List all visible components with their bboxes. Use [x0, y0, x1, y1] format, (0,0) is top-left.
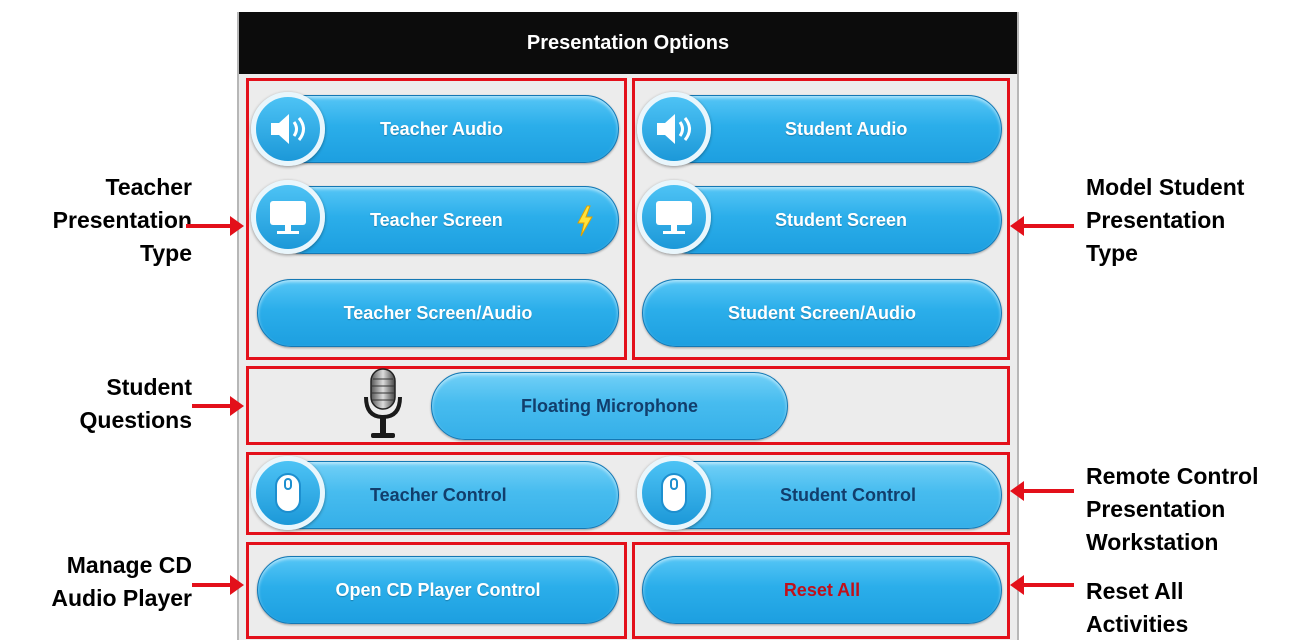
manage-cd-arrow	[192, 575, 244, 595]
teacher-screen-audio-button[interactable]: Teacher Screen/Audio	[257, 279, 619, 347]
microphone-icon	[363, 367, 403, 448]
teacher-audio-label: Teacher Audio	[380, 118, 504, 139]
speaker-icon	[251, 92, 325, 166]
model-student-arrow	[1010, 216, 1074, 236]
mouse-icon	[637, 456, 711, 530]
remote-control-note: Remote Control Presentation Workstation	[1086, 463, 1259, 555]
student-questions-note: Student Questions	[79, 374, 192, 433]
teacher-screen-audio-label: Teacher Screen/Audio	[343, 302, 533, 323]
teacher-type-arrow	[186, 216, 244, 236]
student-audio-label: Student Audio	[785, 118, 908, 139]
open-cd-player-label: Open CD Player Control	[335, 579, 541, 600]
manage-cd-note: Manage CD Audio Player	[51, 552, 192, 611]
student-screen-label: Student Screen	[775, 209, 908, 230]
monitor-icon	[637, 180, 711, 254]
floating-microphone-label: Floating Microphone	[521, 395, 698, 416]
teacher-screen-label: Teacher Screen	[370, 209, 503, 230]
teacher-presentation-type-note: Teacher Presentation Type	[52, 174, 192, 266]
panel-title: Presentation Options	[239, 12, 1017, 74]
presentation-options-panel: Presentation Options Teacher Audio Teach…	[237, 12, 1019, 640]
student-control-label: Student Control	[780, 484, 916, 505]
reset-all-label: Reset All	[783, 579, 861, 600]
reset-all-button[interactable]: Reset All	[642, 556, 1002, 624]
reset-all-arrow	[1010, 575, 1074, 595]
monitor-icon	[251, 180, 325, 254]
remote-control-arrow	[1010, 481, 1074, 501]
student-screen-audio-label: Student Screen/Audio	[727, 302, 916, 323]
floating-microphone-button[interactable]: Floating Microphone	[431, 372, 788, 440]
model-student-type-note: Model Student Presentation Type	[1086, 174, 1245, 266]
mouse-icon	[251, 456, 325, 530]
lightning-icon	[576, 205, 594, 242]
student-screen-audio-button[interactable]: Student Screen/Audio	[642, 279, 1002, 347]
reset-all-activities-note: Reset All Activities	[1086, 578, 1189, 637]
speaker-icon	[637, 92, 711, 166]
student-questions-arrow	[192, 396, 244, 416]
open-cd-player-control-button[interactable]: Open CD Player Control	[257, 556, 619, 624]
teacher-control-label: Teacher Control	[370, 484, 507, 505]
